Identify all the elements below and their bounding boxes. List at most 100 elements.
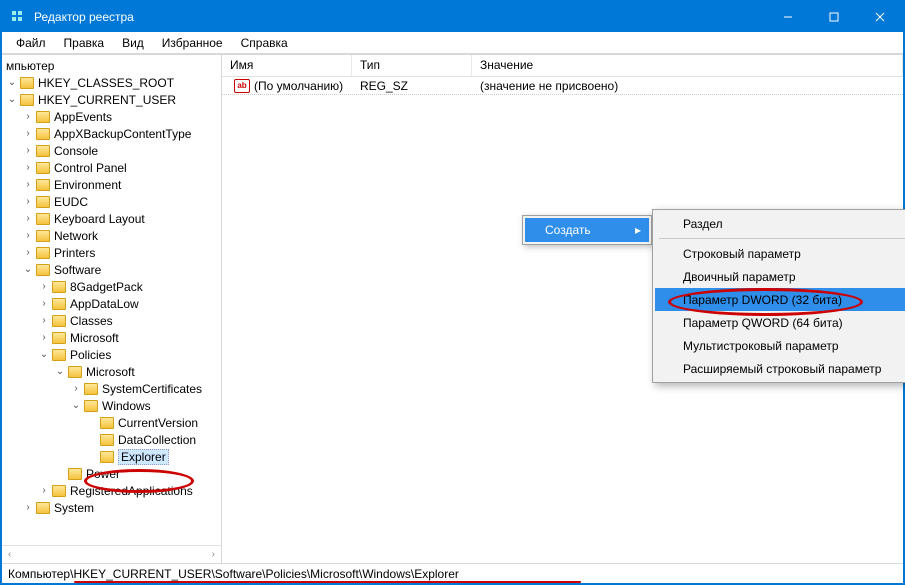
tree-expander-icon[interactable]: ⌄ — [6, 77, 18, 89]
tree-item[interactable]: ›EUDC — [2, 193, 221, 210]
folder-icon — [20, 94, 34, 106]
value-list[interactable]: ab(По умолчанию)REG_SZ(значение не присв… — [222, 77, 903, 95]
submenu-item[interactable]: Параметр QWORD (64 бита) — [655, 311, 905, 334]
tree-item[interactable]: › 8GadgetPack — [2, 278, 221, 295]
tree-item[interactable]: ⌄Software — [2, 261, 221, 278]
submenu-item[interactable]: Мультистроковый параметр — [655, 334, 905, 357]
tree-item[interactable]: ›Keyboard Layout — [2, 210, 221, 227]
tree-item-label: Environment — [54, 178, 121, 192]
submenu-item[interactable]: Двоичный параметр — [655, 265, 905, 288]
context-menu-create-label: Создать — [545, 223, 591, 237]
tree-item[interactable]: ›Microsoft — [2, 329, 221, 346]
content-panel: Имя Тип Значение ab(По умолчанию)REG_SZ(… — [222, 55, 903, 563]
tree-item[interactable]: Explorer — [2, 448, 221, 465]
column-type[interactable]: Тип — [352, 55, 472, 76]
tree-item-label: Power — [86, 467, 120, 481]
tree-expander-icon[interactable]: ⌄ — [22, 264, 34, 276]
submenu-item[interactable]: Параметр DWORD (32 бита) — [655, 288, 905, 311]
submenu-item[interactable]: Расширяемый строковый параметр — [655, 357, 905, 380]
titlebar[interactable]: Редактор реестра — [2, 2, 903, 32]
tree-expander-icon[interactable]: › — [22, 179, 34, 191]
tree-view[interactable]: мпьютер ⌄ HKEY_CLASSES_ROOT ⌄ HKEY_CURRENT_U… — [2, 55, 221, 545]
tree-expander-icon[interactable]: › — [22, 196, 34, 208]
tree-item[interactable]: ⌄ Microsoft — [2, 363, 221, 380]
tree-item[interactable]: ›AppXBackupContentType — [2, 125, 221, 142]
tree-expander-icon[interactable]: › — [70, 383, 82, 395]
menu-edit[interactable]: Правка — [56, 34, 113, 52]
context-menu-create[interactable]: Создать ▸ — [525, 218, 649, 242]
statusbar: Компьютер\HKEY_CURRENT_USER\Software\Pol… — [2, 563, 903, 583]
tree-expander-icon[interactable]: › — [22, 247, 34, 259]
folder-icon — [52, 281, 66, 293]
tree-item-label: HKEY_CLASSES_ROOT — [38, 76, 174, 90]
tree-item[interactable]: DataCollection — [2, 431, 221, 448]
tree-expander-icon[interactable]: › — [38, 281, 50, 293]
tree-item[interactable]: ›AppDataLow — [2, 295, 221, 312]
tree-expander-icon[interactable]: › — [38, 485, 50, 497]
submenu-item[interactable]: Строковый параметр — [655, 242, 905, 265]
tree-item[interactable]: › Network — [2, 227, 221, 244]
tree-expander-icon[interactable]: › — [22, 128, 34, 140]
tree-item-label: HKEY_CURRENT_USER — [38, 93, 176, 107]
menu-help[interactable]: Справка — [233, 34, 296, 52]
tree-item-label: Microsoft — [86, 365, 135, 379]
tree-expander-icon[interactable]: › — [22, 502, 34, 514]
tree-expander-icon[interactable]: ⌄ — [54, 366, 66, 378]
tree-expander-icon[interactable]: › — [38, 332, 50, 344]
annotation-underline-path — [74, 581, 581, 583]
tree-item[interactable]: ⌄ HKEY_CLASSES_ROOT — [2, 74, 221, 91]
column-name[interactable]: Имя — [222, 55, 352, 76]
context-submenu[interactable]: Раздел Строковый параметрДвоичный парамет… — [652, 209, 905, 383]
value-row[interactable]: ab(По умолчанию)REG_SZ(значение не присв… — [222, 77, 903, 95]
status-path: Компьютер\HKEY_CURRENT_USER\Software\Pol… — [8, 567, 459, 581]
folder-icon — [36, 162, 50, 174]
tree-item-label: Network — [54, 229, 98, 243]
tree-item-label: AppEvents — [54, 110, 112, 124]
tree-item[interactable]: ›RegisteredApplications — [2, 482, 221, 499]
tree-item-label: Windows — [102, 399, 151, 413]
tree-item[interactable]: ›Classes — [2, 312, 221, 329]
tree-item[interactable]: ⌄Policies — [2, 346, 221, 363]
tree-item[interactable]: › Console — [2, 142, 221, 159]
reg-string-icon: ab — [234, 79, 250, 93]
folder-icon — [100, 451, 114, 463]
tree-item[interactable]: CurrentVersion — [2, 414, 221, 431]
tree-item[interactable]: ›Printers — [2, 244, 221, 261]
tree-item[interactable]: ⌄ HKEY_CURRENT_USER — [2, 91, 221, 108]
tree-expander-icon[interactable]: › — [22, 145, 34, 157]
minimize-button[interactable] — [765, 2, 811, 32]
tree-item[interactable]: › AppEvents — [2, 108, 221, 125]
tree-item[interactable]: ›SystemCertificates — [2, 380, 221, 397]
tree-item-label: 8GadgetPack — [70, 280, 143, 294]
column-value[interactable]: Значение — [472, 55, 903, 76]
tree-expander-icon[interactable]: ⌄ — [70, 400, 82, 412]
tree-scrollbar-horizontal[interactable]: ‹› — [2, 545, 221, 563]
tree-root[interactable]: мпьютер — [2, 57, 221, 74]
tree-item[interactable]: ⌄ Windows — [2, 397, 221, 414]
tree-expander-icon[interactable]: ⌄ — [6, 94, 18, 106]
tree-item[interactable]: Power — [2, 465, 221, 482]
tree-item-label: Console — [54, 144, 98, 158]
column-headers: Имя Тип Значение — [222, 55, 903, 77]
menu-favorites[interactable]: Избранное — [154, 34, 231, 52]
tree-expander-icon[interactable]: › — [22, 230, 34, 242]
tree-expander-icon[interactable]: › — [38, 298, 50, 310]
tree-expander-icon[interactable]: › — [22, 162, 34, 174]
folder-icon — [36, 247, 50, 259]
tree-expander-icon[interactable]: › — [22, 111, 34, 123]
context-menu[interactable]: Создать ▸ — [522, 215, 652, 245]
tree-item[interactable]: ›System — [2, 499, 221, 516]
folder-icon — [68, 366, 82, 378]
submenu-item[interactable]: Раздел — [655, 212, 905, 235]
menu-view[interactable]: Вид — [114, 34, 152, 52]
tree-expander-icon[interactable]: › — [38, 315, 50, 327]
menu-file[interactable]: Файл — [8, 34, 54, 52]
tree-expander-icon[interactable]: › — [22, 213, 34, 225]
tree-expander-icon[interactable]: ⌄ — [38, 349, 50, 361]
folder-icon — [52, 315, 66, 327]
maximize-button[interactable] — [811, 2, 857, 32]
tree-item[interactable]: › Environment — [2, 176, 221, 193]
close-button[interactable] — [857, 2, 903, 32]
tree-item[interactable]: ›Control Panel — [2, 159, 221, 176]
folder-icon — [52, 298, 66, 310]
